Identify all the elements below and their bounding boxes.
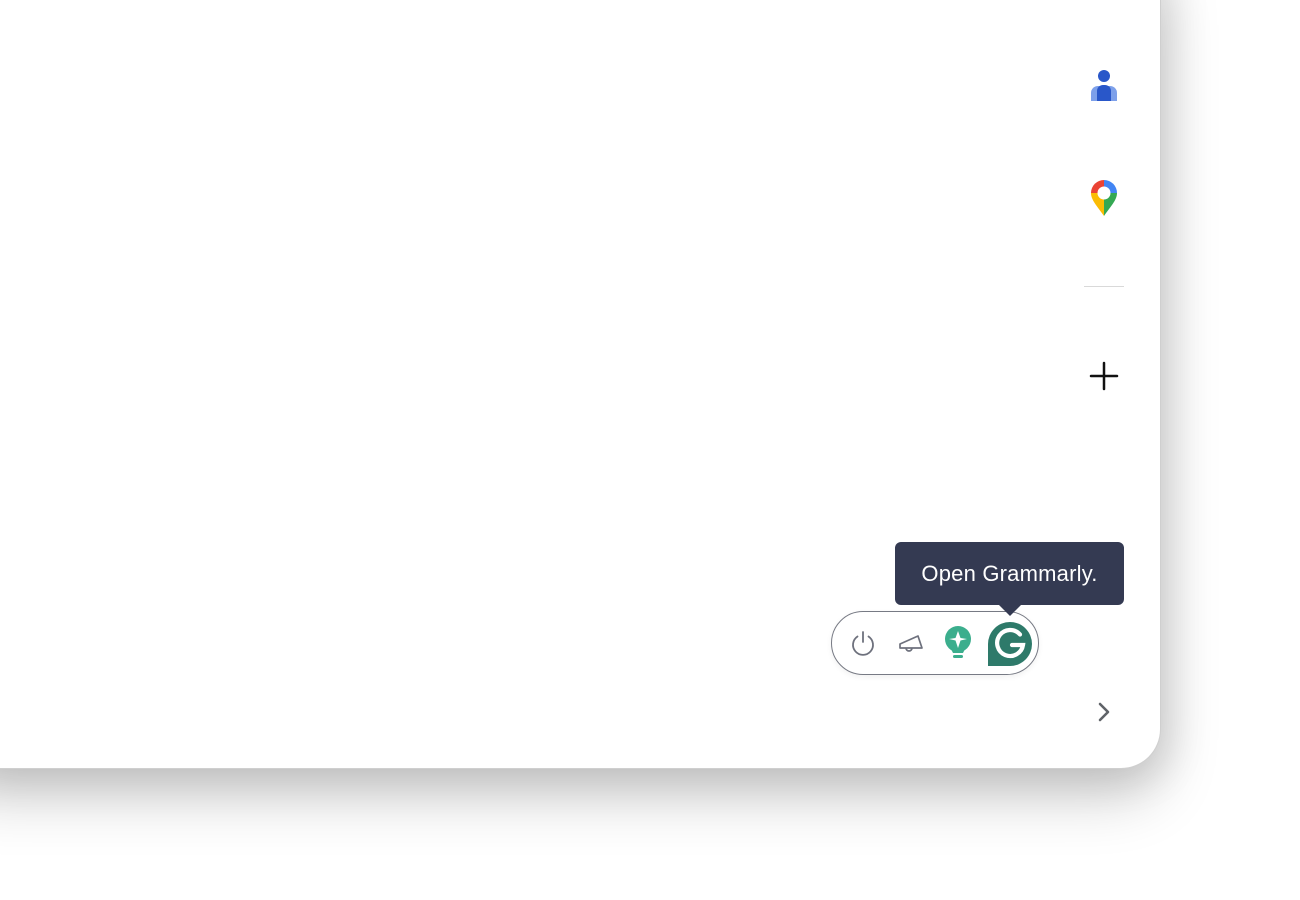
open-grammarly-tooltip: Open Grammarly. [895,542,1124,605]
power-icon [852,631,874,656]
maps-icon [1091,180,1117,216]
tooltip-arrow [998,604,1022,616]
maps-button[interactable] [1084,176,1124,220]
collapse-side-panel-button[interactable] [1088,696,1120,728]
open-grammarly-button[interactable] [986,620,1034,668]
side-panel-divider [1084,286,1124,287]
disable-grammarly-button[interactable] [844,624,882,662]
lightbulb-icon [945,626,971,658]
add-icon [1089,361,1119,391]
feedback-button[interactable] [892,624,930,662]
grammarly-toolbar [831,611,1039,675]
grammarly-logo-icon [988,622,1032,666]
contacts-button[interactable] [1084,64,1124,106]
contacts-icon [1091,70,1117,101]
add-button[interactable] [1084,356,1124,396]
chevron-right-icon [1098,702,1110,722]
megaphone-icon [899,635,923,652]
suggestions-button[interactable] [939,624,977,664]
